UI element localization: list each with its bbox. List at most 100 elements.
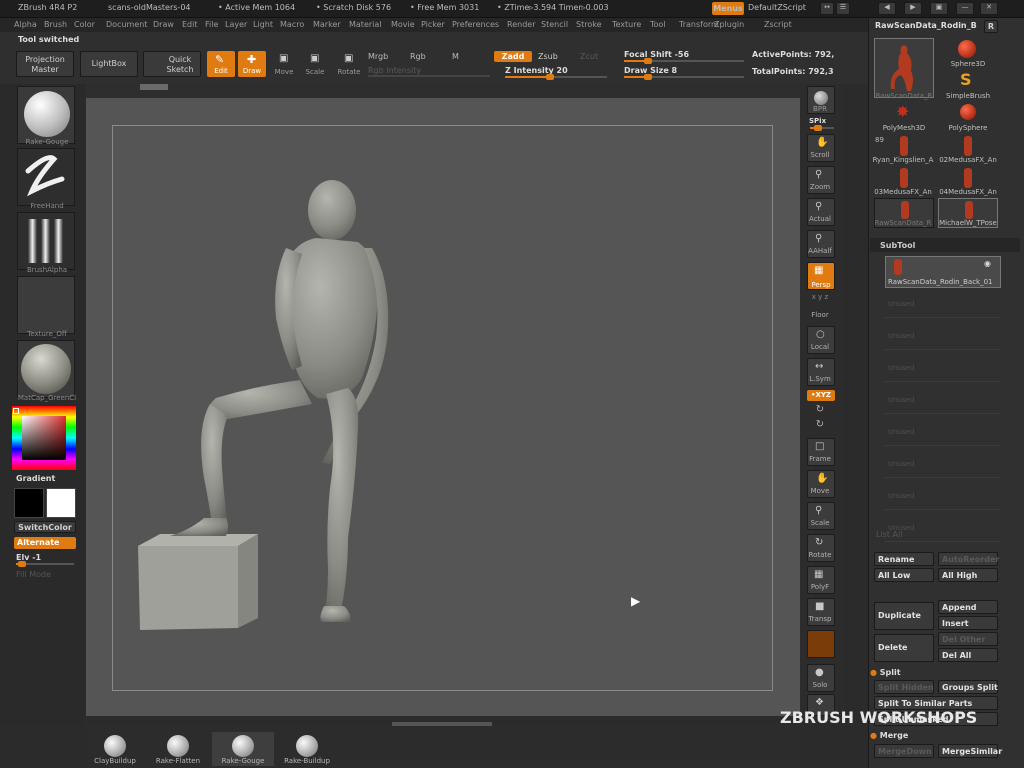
merge-similar-button[interactable]: MergeSimilar <box>938 744 1002 758</box>
color-picker[interactable] <box>12 406 76 470</box>
projection-master-button[interactable]: Projection Master <box>16 51 74 77</box>
color-square[interactable] <box>22 416 66 460</box>
lightbox-button[interactable]: LightBox <box>80 51 138 77</box>
stroke-selector[interactable] <box>17 148 75 206</box>
subtool-slot[interactable]: Unused <box>885 322 1001 350</box>
subtool-eye-icon[interactable]: ◉ <box>984 259 991 268</box>
groups-split-button[interactable]: Groups Split <box>938 680 998 694</box>
menu-item-alpha[interactable]: Alpha <box>14 20 37 29</box>
split-hidden-button[interactable]: Split Hidden <box>874 680 934 694</box>
rename-button[interactable]: Rename <box>874 552 934 566</box>
all-low-button[interactable]: All Low <box>874 568 934 582</box>
default-zscript[interactable]: DefaultZScript <box>748 3 806 12</box>
subtool-slot[interactable]: Unused <box>885 354 1001 382</box>
medusa04-icon[interactable] <box>964 168 972 188</box>
merge-section[interactable]: ● Merge <box>870 731 908 740</box>
rotate-button[interactable]: ▣ Rotate <box>336 53 362 77</box>
menu-item-stroke[interactable]: Stroke <box>576 20 602 29</box>
close-icon[interactable]: ✕ <box>980 2 998 15</box>
r-button[interactable]: R <box>984 20 998 33</box>
bottom-scroll-handle[interactable] <box>392 722 492 726</box>
z-intensity-track[interactable] <box>505 74 607 80</box>
xyz-button[interactable]: •XYZ <box>807 390 835 401</box>
medusa03-icon[interactable] <box>900 168 908 188</box>
alternate-button[interactable]: Alternate <box>14 537 76 549</box>
current-tool-name[interactable]: RawScanData_Rodin_B <box>875 21 977 30</box>
all-high-button[interactable]: All High <box>938 568 998 582</box>
menu-item-transform[interactable]: Transform <box>679 20 719 29</box>
duplicate-button[interactable]: Duplicate <box>874 602 934 630</box>
subtool-header[interactable]: SubTool <box>870 238 1020 252</box>
elv-track[interactable] <box>16 561 74 567</box>
sculpt-model[interactable] <box>86 98 800 716</box>
forward-icon[interactable]: ▶ <box>904 2 922 15</box>
list-all-button[interactable]: List All <box>876 530 902 539</box>
menu-item-edit[interactable]: Edit <box>182 20 198 29</box>
menu-item-preferences[interactable]: Preferences <box>452 20 499 29</box>
polymesh3d-icon[interactable]: ✸ <box>896 102 909 121</box>
subtool-active-item[interactable]: ◉ RawScanData_Rodin_Back_01 <box>885 256 1001 288</box>
del-all-button[interactable]: Del All <box>938 648 998 662</box>
menu-item-file[interactable]: File <box>205 20 218 29</box>
sphere3d-icon[interactable] <box>958 40 976 58</box>
switch-color-button[interactable]: SwitchColor <box>14 521 76 533</box>
material-selector[interactable] <box>17 340 75 398</box>
color-picker-handle[interactable] <box>13 408 19 414</box>
floor-label[interactable]: Floor <box>800 311 840 319</box>
menu-item-movie[interactable]: Movie <box>391 20 415 29</box>
spix-track[interactable] <box>810 125 834 131</box>
zadd-button[interactable]: Zadd <box>494 51 532 62</box>
z-intensity-slider[interactable]: Z Intensity 20 <box>505 66 568 75</box>
quick-sketch-button[interactable]: Quick Sketch <box>143 51 201 77</box>
menu-item-material[interactable]: Material <box>349 20 382 29</box>
draw-button[interactable]: ✚ Draw <box>238 51 266 77</box>
spix-slider[interactable]: SPix <box>800 117 840 125</box>
rotate-y-icon[interactable]: ↻ <box>800 404 840 415</box>
del-other-button[interactable]: Del Other <box>938 632 998 646</box>
menu-item-light[interactable]: Light <box>253 20 273 29</box>
menu-item-zscript[interactable]: Zscript <box>764 20 792 29</box>
ryan-figure-icon[interactable] <box>900 136 908 156</box>
subtool-slot[interactable]: Unused <box>885 290 1001 318</box>
focal-shift-slider[interactable]: Focal Shift -56 <box>624 50 689 59</box>
menu-item-draw[interactable]: Draw <box>153 20 174 29</box>
rgb-intensity-slider[interactable]: Rgb Intensity <box>368 66 421 75</box>
m-button[interactable]: M <box>452 52 459 61</box>
menu-item-picker[interactable]: Picker <box>421 20 445 29</box>
merge-down-button[interactable]: MergeDown <box>874 744 934 758</box>
delete-button[interactable]: Delete <box>874 634 934 662</box>
main-color-swatch[interactable] <box>14 488 44 518</box>
back-icon[interactable]: ◀ <box>878 2 896 15</box>
insert-button[interactable]: Insert <box>938 616 998 630</box>
menu-item-layer[interactable]: Layer <box>225 20 247 29</box>
menu-item-zplugin[interactable]: Zplugin <box>714 20 744 29</box>
medusa02-icon[interactable] <box>964 136 972 156</box>
secondary-color-swatch[interactable] <box>46 488 76 518</box>
split-section[interactable]: ● Split <box>870 668 901 677</box>
rgb-intensity-track[interactable] <box>368 75 490 77</box>
menu-item-macro[interactable]: Macro <box>280 20 304 29</box>
canvas-scroll-handle[interactable] <box>140 84 168 90</box>
fill-mode-slider[interactable]: Fill Mode <box>16 570 51 579</box>
menu-item-tool[interactable]: Tool <box>650 20 666 29</box>
menu-item-stencil[interactable]: Stencil <box>541 20 568 29</box>
brush-selector[interactable] <box>17 86 75 144</box>
zcut-button[interactable]: Zcut <box>580 52 598 61</box>
persp-button[interactable]: ▦ Persp <box>807 262 835 290</box>
edit-button[interactable]: ✎ Edit <box>207 51 235 77</box>
draw-size-track[interactable] <box>624 74 744 80</box>
subtool-slot[interactable]: Unused <box>885 386 1001 414</box>
subtool-slot[interactable]: Unused <box>885 418 1001 446</box>
menu-item-render[interactable]: Render <box>507 20 535 29</box>
menu-item-color[interactable]: Color <box>74 20 95 29</box>
texture-selector[interactable] <box>17 276 75 334</box>
move-button[interactable]: ▣ Move <box>272 53 296 77</box>
auto-reorder-button[interactable]: AutoReorder <box>938 552 999 566</box>
minimize-icon[interactable]: — <box>956 2 974 15</box>
menu-item-brush[interactable]: Brush <box>44 20 67 29</box>
gradient-label[interactable]: Gradient <box>16 474 55 483</box>
menu-toggle-icon[interactable]: ☰ <box>836 2 850 15</box>
current-tool-thumbnail[interactable] <box>874 38 934 98</box>
rotate-z-icon[interactable]: ↻ <box>800 419 840 430</box>
simplebrush-icon[interactable]: S <box>960 70 972 89</box>
